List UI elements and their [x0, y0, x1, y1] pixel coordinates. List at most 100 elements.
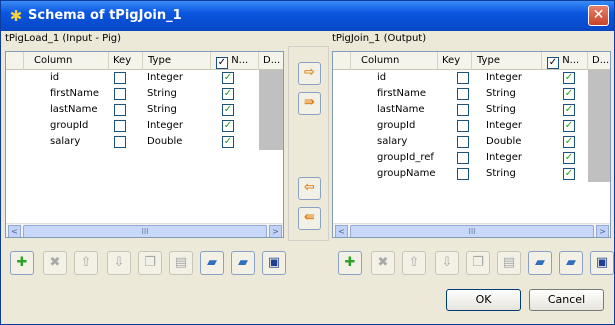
- select-all-nullable-checkbox[interactable]: ✓: [547, 57, 559, 69]
- table-row[interactable]: id Integer ✓: [6, 70, 283, 86]
- cell-default[interactable]: [588, 70, 610, 86]
- cell-default[interactable]: [259, 102, 283, 118]
- column-header-type[interactable]: Type: [143, 52, 211, 70]
- remove-button[interactable]: ✖: [371, 251, 395, 275]
- cell-column-name[interactable]: salary: [373, 134, 407, 150]
- horizontal-scrollbar[interactable]: < III >: [333, 223, 610, 237]
- cell-type[interactable]: Integer: [143, 70, 183, 86]
- column-header-nullable[interactable]: ✓ N...: [211, 52, 259, 70]
- copy-button[interactable]: ❐: [138, 251, 162, 275]
- column-header-column[interactable]: Column: [24, 52, 109, 70]
- table-row[interactable]: firstName String ✓: [6, 86, 283, 102]
- column-header-default[interactable]: D...: [588, 52, 610, 70]
- paste-button[interactable]: ▤: [169, 251, 193, 275]
- copy-button[interactable]: ❐: [466, 251, 490, 275]
- key-checkbox[interactable]: [114, 72, 126, 84]
- column-header-key[interactable]: Key: [438, 52, 472, 70]
- cell-default[interactable]: [588, 86, 610, 102]
- key-checkbox[interactable]: [457, 120, 469, 132]
- table-row[interactable]: firstName String ✓: [333, 86, 610, 102]
- column-header-column[interactable]: Column: [351, 52, 438, 70]
- table-row[interactable]: lastName String ✓: [6, 102, 283, 118]
- nullable-checkbox[interactable]: ✓: [563, 88, 575, 100]
- copy-all-right-button[interactable]: ⇛: [298, 92, 321, 115]
- move-up-button[interactable]: ⇧: [402, 251, 426, 275]
- cell-default[interactable]: [259, 118, 283, 134]
- cell-type[interactable]: String: [482, 166, 516, 182]
- scroll-thumb[interactable]: III: [350, 225, 594, 237]
- output-schema-table[interactable]: Column Key Type ✓ N... D... id Integer ✓ fi…: [332, 51, 611, 238]
- cancel-button[interactable]: Cancel: [529, 289, 604, 311]
- cell-column-name[interactable]: salary: [46, 134, 80, 150]
- table-row[interactable]: lastName String ✓: [333, 102, 610, 118]
- close-button[interactable]: ✕: [588, 5, 609, 26]
- key-checkbox[interactable]: [114, 136, 126, 148]
- copy-all-left-button[interactable]: ⇚: [298, 207, 321, 230]
- nullable-checkbox[interactable]: ✓: [222, 88, 234, 100]
- key-checkbox[interactable]: [457, 136, 469, 148]
- cell-column-name[interactable]: id: [46, 70, 59, 86]
- cell-default[interactable]: [588, 150, 610, 166]
- key-checkbox[interactable]: [114, 88, 126, 100]
- add-button[interactable]: ✚: [10, 251, 34, 275]
- cell-type[interactable]: Double: [143, 134, 182, 150]
- move-down-button[interactable]: ⇩: [107, 251, 131, 275]
- cell-default[interactable]: [588, 102, 610, 118]
- cell-column-name[interactable]: groupId_ref: [373, 150, 434, 166]
- cell-column-name[interactable]: groupName: [373, 166, 436, 182]
- scroll-left-arrow[interactable]: <: [8, 225, 21, 237]
- import-button[interactable]: ▰: [200, 251, 224, 275]
- scroll-left-arrow[interactable]: <: [335, 225, 348, 237]
- copy-selected-left-button[interactable]: ⇦: [298, 177, 321, 200]
- cell-type[interactable]: Integer: [143, 118, 183, 134]
- export-button[interactable]: ▰: [559, 251, 583, 275]
- nullable-checkbox[interactable]: ✓: [563, 136, 575, 148]
- scroll-thumb[interactable]: III: [23, 225, 267, 237]
- save-button[interactable]: ▣: [590, 251, 614, 275]
- copy-selected-right-button[interactable]: ⇨: [298, 62, 321, 85]
- nullable-checkbox[interactable]: ✓: [222, 120, 234, 132]
- column-header-key[interactable]: Key: [109, 52, 143, 70]
- remove-button[interactable]: ✖: [43, 251, 67, 275]
- column-header-type[interactable]: Type: [472, 52, 542, 70]
- cell-type[interactable]: Integer: [482, 70, 522, 86]
- input-schema-table[interactable]: Column Key Type ✓ N... D... id Integer ✓ fi…: [5, 51, 284, 238]
- scroll-right-arrow[interactable]: >: [596, 225, 609, 237]
- table-row[interactable]: id Integer ✓: [333, 70, 610, 86]
- select-all-nullable-checkbox[interactable]: ✓: [216, 57, 228, 69]
- column-header-nullable[interactable]: ✓ N...: [542, 52, 588, 70]
- nullable-checkbox[interactable]: ✓: [563, 120, 575, 132]
- nullable-checkbox[interactable]: ✓: [563, 72, 575, 84]
- move-up-button[interactable]: ⇧: [74, 251, 98, 275]
- cell-default[interactable]: [588, 118, 610, 134]
- cell-column-name[interactable]: groupId: [373, 118, 415, 134]
- cell-default[interactable]: [259, 70, 283, 86]
- export-button[interactable]: ▰: [231, 251, 255, 275]
- key-checkbox[interactable]: [114, 104, 126, 116]
- cell-column-name[interactable]: id: [373, 70, 386, 86]
- horizontal-scrollbar[interactable]: < III >: [6, 223, 283, 237]
- add-button[interactable]: ✚: [338, 251, 362, 275]
- cell-column-name[interactable]: firstName: [46, 86, 99, 102]
- scroll-right-arrow[interactable]: >: [269, 225, 282, 237]
- key-checkbox[interactable]: [457, 72, 469, 84]
- table-row[interactable]: groupId_ref Integer ✓: [333, 150, 610, 166]
- cell-type[interactable]: Double: [482, 134, 521, 150]
- table-row[interactable]: groupId Integer ✓: [333, 118, 610, 134]
- table-row[interactable]: salary Double ✓: [333, 134, 610, 150]
- cell-type[interactable]: String: [143, 102, 177, 118]
- cell-default[interactable]: [588, 134, 610, 150]
- cell-column-name[interactable]: lastName: [46, 102, 98, 118]
- nullable-checkbox[interactable]: ✓: [222, 136, 234, 148]
- cell-default[interactable]: [259, 134, 283, 150]
- title-bar[interactable]: ✱ Schema of tPigJoin_1 ✕: [1, 1, 614, 31]
- cell-type[interactable]: Integer: [482, 118, 522, 134]
- key-checkbox[interactable]: [457, 88, 469, 100]
- cell-column-name[interactable]: firstName: [373, 86, 426, 102]
- import-button[interactable]: ▰: [528, 251, 552, 275]
- nullable-checkbox[interactable]: ✓: [563, 104, 575, 116]
- nullable-checkbox[interactable]: ✓: [563, 168, 575, 180]
- cell-column-name[interactable]: lastName: [373, 102, 425, 118]
- cell-type[interactable]: Integer: [482, 150, 522, 166]
- ok-button[interactable]: OK: [446, 289, 521, 311]
